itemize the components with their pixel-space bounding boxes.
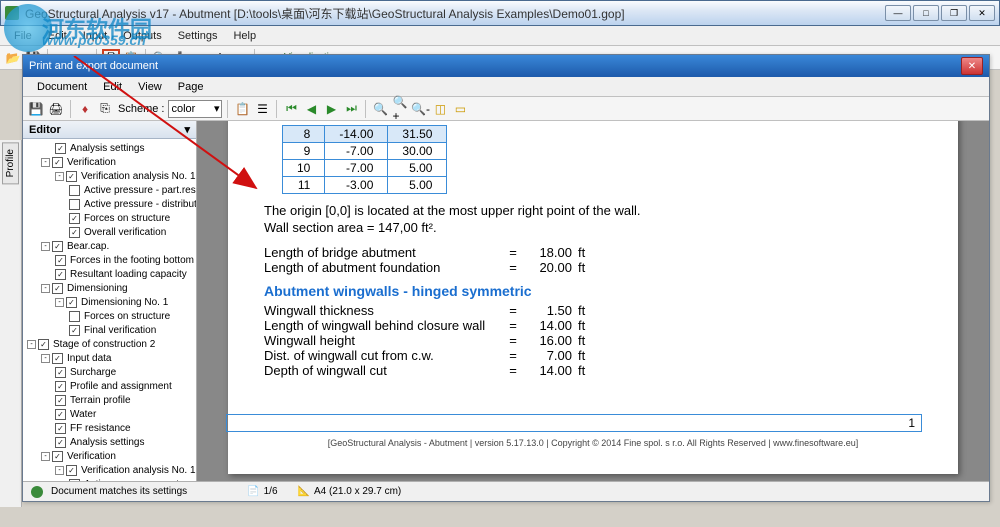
tree-item[interactable]: Overall verification bbox=[23, 225, 196, 239]
doc-pdf-icon[interactable]: ♦ bbox=[76, 100, 94, 118]
tree-item[interactable]: Forces in the footing bottom bbox=[23, 253, 196, 267]
document-page: 8-14.0031.509-7.0030.0010-7.005.0011-3.0… bbox=[228, 121, 958, 474]
vertical-tabstrip: Profile bbox=[0, 140, 22, 507]
fit-page-icon[interactable]: ▭ bbox=[451, 100, 469, 118]
nav-last-icon[interactable]: ⏭ bbox=[342, 100, 360, 118]
main-menubar: File Edit Input Outputs Settings Help bbox=[0, 26, 1000, 46]
tree-item[interactable]: -Dimensioning No. 1 bbox=[23, 295, 196, 309]
tree-item[interactable]: -Verification analysis No. 1 bbox=[23, 463, 196, 477]
page-footer: [GeoStructural Analysis - Abutment | ver… bbox=[228, 438, 958, 448]
editor-header: Editor ▾ bbox=[23, 121, 196, 139]
restore-button[interactable]: ❐ bbox=[941, 5, 967, 21]
tree-item[interactable]: Profile and assignment bbox=[23, 379, 196, 393]
doc-print-icon[interactable]: 🖨 bbox=[47, 100, 65, 118]
page-number-box: 1 bbox=[226, 414, 922, 432]
doc-save-icon[interactable]: 💾 bbox=[27, 100, 45, 118]
doc-titlebar: Print and export document ✕ bbox=[23, 55, 989, 77]
page-count-icon: 📄 bbox=[247, 486, 259, 497]
tree-item[interactable]: Active pressure - part.res bbox=[23, 183, 196, 197]
minimize-button[interactable]: — bbox=[885, 5, 911, 21]
nav-prev-icon[interactable]: ◀ bbox=[302, 100, 320, 118]
tree-item[interactable]: -Verification bbox=[23, 449, 196, 463]
menu-outputs[interactable]: Outputs bbox=[115, 28, 170, 44]
tree-item[interactable]: Resultant loading capacity bbox=[23, 267, 196, 281]
docmenu-edit[interactable]: Edit bbox=[95, 79, 130, 95]
status-pages: 1/6 bbox=[264, 486, 278, 497]
tree-item[interactable]: Analysis settings bbox=[23, 435, 196, 449]
origin-text: The origin [0,0] is located at the most … bbox=[264, 202, 922, 220]
tree-item[interactable]: -Bear.cap. bbox=[23, 239, 196, 253]
tree-item[interactable]: Water bbox=[23, 407, 196, 421]
tree-item[interactable]: -Verification analysis No. 1 bbox=[23, 169, 196, 183]
tree-item[interactable]: Analysis settings bbox=[23, 141, 196, 155]
close-button[interactable]: ✕ bbox=[969, 5, 995, 21]
tree-item[interactable]: FF resistance bbox=[23, 421, 196, 435]
doc-zoomin-icon[interactable]: 🔍+ bbox=[391, 100, 409, 118]
docmenu-page[interactable]: Page bbox=[170, 79, 212, 95]
doc-toolbar: 💾 🖨 ♦ ⎘ Scheme : color▾ 📋 ☰ ⏮ ◀ ▶ ⏭ 🔍 🔍+… bbox=[23, 97, 989, 121]
tree-item[interactable]: -Verification bbox=[23, 155, 196, 169]
menu-help[interactable]: Help bbox=[225, 28, 264, 44]
tree-item[interactable]: Active pressure - distribut bbox=[23, 197, 196, 211]
area-text: Wall section area = 147,00 ft². bbox=[264, 220, 922, 235]
coords-table: 8-14.0031.509-7.0030.0010-7.005.0011-3.0… bbox=[282, 125, 447, 194]
editor-panel: Editor ▾ Analysis settings-Verification-… bbox=[23, 121, 197, 481]
zoom-reset-icon[interactable]: 🔍 bbox=[371, 100, 389, 118]
docmenu-document[interactable]: Document bbox=[29, 79, 95, 95]
doc-export-icon[interactable]: ⎘ bbox=[96, 100, 114, 118]
editor-tree: Analysis settings-Verification-Verificat… bbox=[23, 139, 196, 481]
doc-zoomout-icon[interactable]: 🔍- bbox=[411, 100, 429, 118]
doc-copy-icon[interactable]: 📋 bbox=[233, 100, 251, 118]
menu-input[interactable]: Input bbox=[75, 28, 115, 44]
tree-item[interactable]: Final verification bbox=[23, 323, 196, 337]
page-preview-area[interactable]: 8-14.0031.509-7.0030.0010-7.005.0011-3.0… bbox=[197, 121, 989, 481]
maximize-button[interactable]: □ bbox=[913, 5, 939, 21]
menu-edit[interactable]: Edit bbox=[40, 28, 75, 44]
panel-collapse-icon[interactable]: ▾ bbox=[184, 123, 190, 136]
fit-width-icon[interactable]: ◫ bbox=[431, 100, 449, 118]
print-export-window: Print and export document ✕ Document Edi… bbox=[22, 54, 990, 502]
tree-item[interactable]: -Input data bbox=[23, 351, 196, 365]
tree-item[interactable]: -Dimensioning bbox=[23, 281, 196, 295]
nav-first-icon[interactable]: ⏮ bbox=[282, 100, 300, 118]
scheme-label: Scheme : bbox=[118, 103, 164, 115]
vtab-profile[interactable]: Profile bbox=[2, 142, 19, 184]
open-icon[interactable]: 📂 bbox=[4, 49, 22, 67]
doc-statusbar: Document matches its settings 📄 1/6 📐 A4 (… bbox=[23, 481, 989, 501]
tree-item[interactable]: Forces on structure bbox=[23, 309, 196, 323]
chevron-down-icon: ▾ bbox=[214, 102, 220, 115]
tree-item[interactable]: Forces on structure bbox=[23, 211, 196, 225]
status-ok-icon bbox=[31, 486, 43, 498]
doc-select-icon[interactable]: ☰ bbox=[253, 100, 271, 118]
tree-item[interactable]: Surcharge bbox=[23, 365, 196, 379]
menu-settings[interactable]: Settings bbox=[170, 28, 226, 44]
doc-close-button[interactable]: ✕ bbox=[961, 57, 983, 75]
status-format: A4 (21.0 x 29.7 cm) bbox=[314, 486, 401, 497]
menu-file[interactable]: File bbox=[6, 28, 40, 44]
section-heading: Abutment wingwalls - hinged symmetric bbox=[264, 283, 922, 299]
format-icon: 📐 bbox=[298, 486, 310, 497]
scheme-select[interactable]: color▾ bbox=[168, 100, 222, 118]
window-title: GeoStructural Analysis v17 - Abutment [D… bbox=[25, 5, 885, 22]
app-icon bbox=[5, 6, 19, 20]
tree-item[interactable]: -Stage of construction 2 bbox=[23, 337, 196, 351]
doc-menubar: Document Edit View Page bbox=[23, 77, 989, 97]
main-titlebar: GeoStructural Analysis v17 - Abutment [D… bbox=[0, 0, 1000, 26]
docmenu-view[interactable]: View bbox=[130, 79, 170, 95]
tree-item[interactable]: Terrain profile bbox=[23, 393, 196, 407]
status-match: Document matches its settings bbox=[51, 486, 187, 497]
doc-title: Print and export document bbox=[29, 60, 961, 72]
nav-next-icon[interactable]: ▶ bbox=[322, 100, 340, 118]
